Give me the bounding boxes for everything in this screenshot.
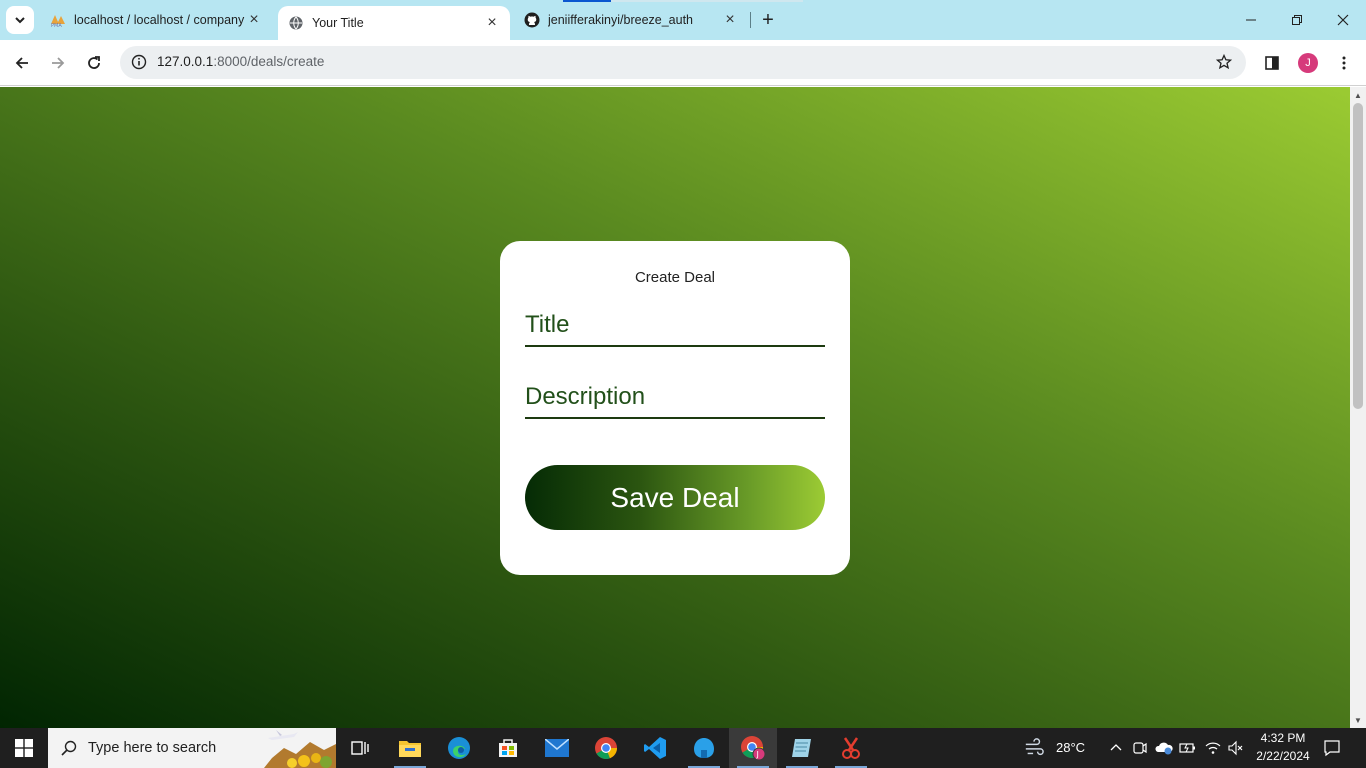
vscode-icon xyxy=(644,737,666,759)
taskbar-search[interactable]: Type here to search xyxy=(48,728,336,768)
title-field xyxy=(525,305,825,347)
description-input[interactable] xyxy=(525,377,825,417)
arrow-left-icon xyxy=(15,57,28,69)
onedrive-icon[interactable] xyxy=(1154,738,1174,758)
side-panel-button[interactable] xyxy=(1258,49,1286,77)
kebab-menu-icon xyxy=(1342,56,1346,70)
globe-icon xyxy=(288,15,304,31)
site-info-icon[interactable] xyxy=(128,51,150,73)
windows-logo-icon xyxy=(15,739,33,757)
back-button[interactable] xyxy=(8,49,36,77)
url-path: :8000/deals/create xyxy=(213,54,325,69)
profile-avatar[interactable]: J xyxy=(1298,53,1318,73)
task-view-button[interactable] xyxy=(336,728,384,768)
edge-icon xyxy=(448,737,470,759)
close-icon xyxy=(1337,14,1349,26)
scroll-up-icon[interactable]: ▲ xyxy=(1350,88,1366,102)
github-icon xyxy=(524,12,540,28)
file-explorer-button[interactable] xyxy=(386,728,434,768)
tab-label: localhost / localhost / company xyxy=(74,13,245,27)
battery-icon[interactable] xyxy=(1178,738,1198,758)
mail-icon xyxy=(545,739,569,757)
notepad-button[interactable] xyxy=(778,728,826,768)
weather-wind-icon[interactable] xyxy=(1024,738,1044,758)
chevron-down-icon xyxy=(15,17,25,24)
tab-strip: PMA localhost / localhost / company × Yo… xyxy=(0,0,1366,40)
windows-taskbar: Type here to search J 28°C 4:32 PM 2/22/… xyxy=(0,728,1366,768)
mail-button[interactable] xyxy=(533,728,581,768)
tab-separator xyxy=(750,12,751,28)
vscode-button[interactable] xyxy=(631,728,679,768)
store-button[interactable] xyxy=(484,728,532,768)
side-panel-icon xyxy=(1265,56,1279,70)
description-field xyxy=(525,377,825,419)
start-button[interactable] xyxy=(0,728,48,768)
tab-label: jeniifferakinyi/breeze_auth xyxy=(548,13,694,27)
restore-button[interactable] xyxy=(1274,0,1320,40)
chrome-profile-icon: J xyxy=(741,736,766,761)
store-icon xyxy=(499,739,517,757)
close-window-button[interactable] xyxy=(1320,0,1366,40)
page-viewport: Create Deal Save Deal xyxy=(0,87,1350,728)
search-highlight-illustration xyxy=(264,730,336,768)
notepad-icon xyxy=(792,739,811,757)
snipping-tool-button[interactable] xyxy=(827,728,875,768)
new-tab-button[interactable]: + xyxy=(756,8,780,32)
app-icon xyxy=(694,738,714,758)
svg-text:PMA: PMA xyxy=(51,23,62,28)
scroll-down-icon[interactable]: ▼ xyxy=(1350,713,1366,727)
save-deal-button[interactable]: Save Deal xyxy=(525,465,825,530)
search-icon xyxy=(61,740,77,756)
weather-temperature[interactable]: 28°C xyxy=(1056,740,1085,755)
clock-date[interactable]: 2/22/2024 xyxy=(1252,749,1314,763)
plus-icon: + xyxy=(762,8,774,31)
forward-button[interactable] xyxy=(44,49,72,77)
restore-icon xyxy=(1292,15,1302,25)
scrollbar-thumb[interactable] xyxy=(1353,103,1363,409)
browser-toolbar: 127.0.0.1:8000/deals/create xyxy=(0,40,1366,86)
tab-github[interactable]: jeniifferakinyi/breeze_auth × xyxy=(514,0,748,40)
app-button[interactable] xyxy=(680,728,728,768)
url-text[interactable]: 127.0.0.1:8000/deals/create xyxy=(157,54,324,69)
chevron-up-icon[interactable] xyxy=(1106,738,1126,758)
form-title: Create Deal xyxy=(634,269,716,286)
address-bar[interactable]: 127.0.0.1:8000/deals/create xyxy=(120,46,1246,79)
page-scrollbar[interactable]: ▲ ▼ xyxy=(1350,87,1366,728)
title-input[interactable] xyxy=(525,305,825,345)
tab-search-button[interactable] xyxy=(6,6,34,34)
reload-button[interactable] xyxy=(80,49,108,77)
file-explorer-icon xyxy=(399,741,421,757)
meet-now-icon[interactable] xyxy=(1130,738,1150,758)
reload-icon xyxy=(88,56,100,69)
notification-center-icon[interactable] xyxy=(1322,738,1342,758)
snipping-tool-icon xyxy=(842,737,860,759)
url-host: 127.0.0.1 xyxy=(157,54,214,69)
volume-muted-icon[interactable] xyxy=(1226,738,1246,758)
minimize-icon xyxy=(1246,19,1256,21)
arrow-right-icon xyxy=(52,57,65,69)
task-view-icon xyxy=(351,741,369,755)
tab-label: Your Title xyxy=(312,16,364,30)
menu-button[interactable] xyxy=(1330,49,1358,77)
clock-time[interactable]: 4:32 PM xyxy=(1258,731,1308,745)
tab-phpmyadmin[interactable]: PMA localhost / localhost / company × xyxy=(40,0,272,40)
chrome-icon xyxy=(595,737,617,759)
create-deal-form: Create Deal Save Deal xyxy=(500,241,850,575)
bookmark-star-icon[interactable] xyxy=(1214,52,1234,72)
chrome-profile-button[interactable]: J xyxy=(729,728,777,768)
phpmyadmin-icon: PMA xyxy=(50,12,66,28)
tab-your-title[interactable]: Your Title × xyxy=(278,6,510,40)
svg-text:J: J xyxy=(756,750,759,759)
close-icon[interactable]: × xyxy=(722,11,738,28)
minimize-button[interactable] xyxy=(1228,0,1274,40)
close-icon[interactable]: × xyxy=(484,14,500,31)
wifi-icon[interactable] xyxy=(1203,738,1223,758)
chrome-button[interactable] xyxy=(582,728,630,768)
edge-button[interactable] xyxy=(435,728,483,768)
search-placeholder: Type here to search xyxy=(88,740,217,756)
close-icon[interactable]: × xyxy=(246,11,262,28)
